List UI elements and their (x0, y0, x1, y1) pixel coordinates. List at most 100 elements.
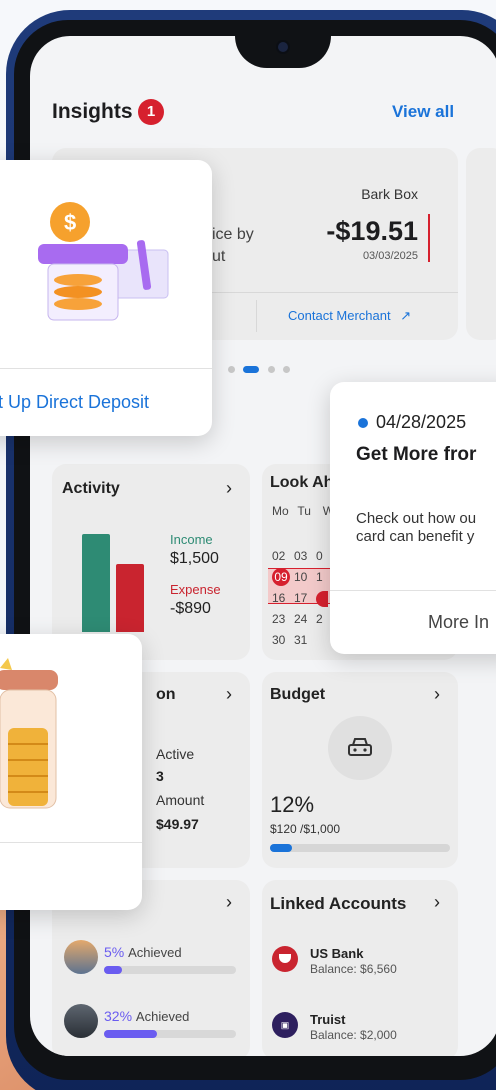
look-ahead-title: Look Ah (270, 474, 334, 491)
calendar-event-dot (316, 590, 328, 607)
calendar-row: 02 03 0 (272, 546, 338, 567)
calendar-grid: 02 03 0 09 10 1 16 17 23 24 2 30 31 (272, 546, 338, 651)
calendar-row: 16 17 (272, 588, 338, 609)
page-dot[interactable] (283, 366, 291, 373)
goal-progress-track (104, 966, 236, 974)
amount-accent-bar (428, 214, 430, 262)
bank-logo-icon (272, 946, 298, 972)
goal-percent-value: 32% (104, 1008, 133, 1024)
coin-stack-illustration: $ (20, 200, 170, 330)
calendar-day[interactable]: 10 (294, 567, 316, 588)
expense-value: -$890 (170, 600, 211, 617)
card-divider (0, 842, 142, 843)
active-value: 3 (156, 768, 164, 784)
notch (235, 36, 331, 68)
coin-jar-illustration (0, 648, 60, 824)
notification-body-line: Check out how ou (356, 510, 477, 527)
notification-body: Check out how ou card can benefit y (356, 510, 476, 546)
amount-label: Amount (156, 792, 205, 808)
account-name: Truist (310, 1012, 346, 1027)
calendar-row: 09 10 1 (272, 567, 338, 588)
goal-thumbnail (64, 940, 98, 974)
unread-dot-icon (358, 418, 368, 428)
merchant-name: Bark Box (361, 186, 418, 202)
account-balance: Balance: $2,000 (310, 1028, 397, 1042)
insight-partial-line1: ice by (212, 226, 254, 243)
goal-percent: 32% Achieved (104, 1008, 189, 1024)
bank-logo-icon: ▣ (272, 1012, 298, 1038)
linked-accounts-title: Linked Accounts (270, 894, 407, 913)
page-dot-active[interactable] (243, 366, 260, 373)
activity-card[interactable]: Activity › Income $1,500 Expense -$890 (52, 464, 250, 660)
vertical-divider (256, 300, 257, 332)
chevron-right-icon: › (226, 478, 232, 498)
goal-achieved-label: Achieved (128, 945, 182, 960)
savings-jar-card[interactable] (0, 634, 142, 910)
goal-progress-fill (104, 1030, 157, 1038)
direct-deposit-label[interactable]: t Up Direct Deposit (0, 392, 149, 413)
income-value: $1,500 (170, 550, 219, 567)
chevron-right-icon: › (434, 684, 440, 704)
chevron-right-icon: › (226, 892, 232, 912)
calendar-day[interactable]: 23 (272, 609, 294, 630)
notification-title: Get More fror (356, 444, 477, 465)
budget-progress-track (270, 844, 450, 852)
chevron-right-icon: › (226, 684, 232, 704)
goal-thumbnail (64, 1004, 98, 1038)
calendar-row: 23 24 2 (272, 609, 338, 630)
income-bar (82, 534, 110, 632)
camera-icon (278, 42, 288, 52)
page-dot[interactable] (228, 366, 235, 373)
calendar-day[interactable]: 31 (294, 630, 316, 651)
more-info-button[interactable]: More In (428, 612, 489, 633)
budget-card[interactable]: Budget › 12% $120 /$1,000 (262, 672, 458, 868)
car-icon (328, 716, 392, 780)
svg-text:$: $ (64, 210, 76, 235)
activity-title: Activity (62, 480, 120, 497)
expense-bar (116, 564, 144, 632)
calendar-day[interactable]: 02 (272, 546, 294, 567)
next-insight-card-edge (466, 148, 496, 340)
active-label: Active (156, 746, 195, 762)
goal-achieved-label: Achieved (135, 1009, 190, 1024)
weekday-label: Tu (297, 504, 311, 518)
calendar-day[interactable]: 17 (294, 588, 316, 609)
insight-partial-text: ice by ut (212, 224, 254, 268)
calendar-day[interactable]: 16 (272, 588, 294, 609)
view-all-link[interactable]: View all (392, 102, 454, 122)
goal-percent-value: 5% (104, 944, 125, 960)
goal-percent: 5% Achieved (104, 944, 182, 960)
calendar-row: 30 31 (272, 630, 338, 651)
transaction-date: 03/03/2025 (362, 250, 418, 262)
account-name: US Bank (310, 946, 364, 961)
card-divider (0, 368, 212, 369)
promo-stage: Insights 1 View all ice by ut Bark Box -… (0, 0, 496, 1090)
notification-date: 04/28/2025 (376, 412, 467, 432)
budget-spent: $120 /$1,000 (270, 822, 341, 836)
linked-accounts-card[interactable]: Linked Accounts › US Bank Balance: $6,56… (262, 880, 458, 1056)
goal-progress-track (104, 1030, 236, 1038)
expense-label: Expense (170, 582, 221, 597)
chevron-right-icon: › (434, 892, 440, 912)
insights-badge: 1 (138, 99, 164, 125)
arrow-up-right-icon: ↗ (400, 308, 412, 323)
notification-card[interactable]: 04/28/2025 Get More fror Check out how o… (330, 382, 496, 654)
contact-merchant-button[interactable]: Contact Merchant ↗ (288, 308, 411, 324)
weekday-label: Mo (272, 504, 289, 518)
page-dot[interactable] (267, 366, 275, 373)
calendar-day[interactable]: 24 (294, 609, 316, 630)
pagination-dots[interactable] (228, 360, 291, 373)
income-label: Income (170, 532, 213, 547)
subscription-title: on (156, 686, 176, 703)
budget-title: Budget (270, 686, 326, 703)
card-divider (330, 590, 496, 591)
insights-title: Insights (52, 100, 133, 123)
calendar-day[interactable]: 03 (294, 546, 316, 567)
account-balance: Balance: $6,560 (310, 962, 397, 976)
calendar-day[interactable]: 30 (272, 630, 294, 651)
calendar-day-today[interactable]: 09 (272, 568, 290, 586)
budget-percent: 12% (270, 792, 315, 817)
direct-deposit-card[interactable]: $ t Up Direct Deposit (0, 160, 212, 436)
contact-merchant-label: Contact Merchant (288, 308, 391, 323)
amount-value: $49.97 (156, 816, 199, 832)
